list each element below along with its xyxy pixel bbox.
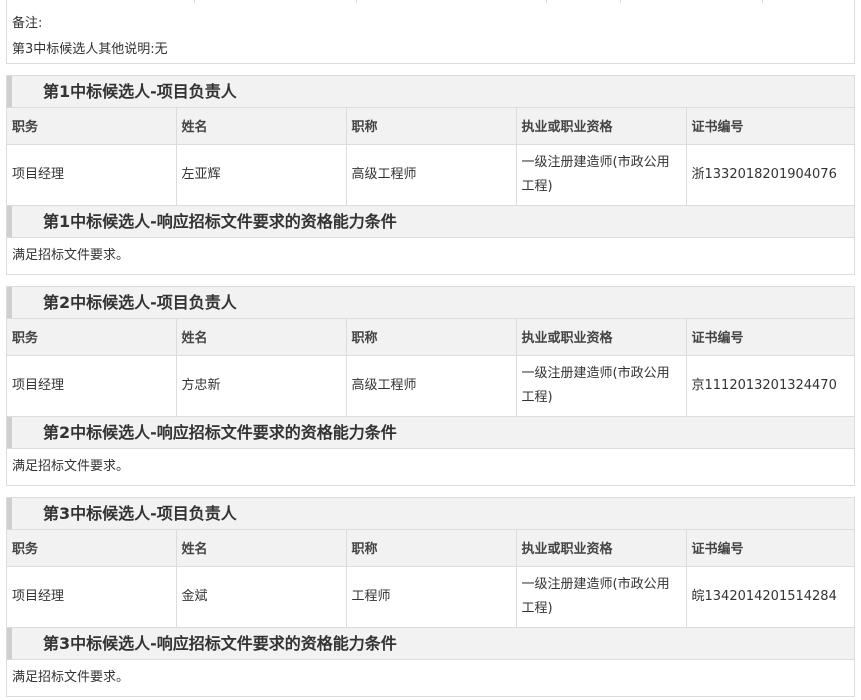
header-qualification: 执业或职业资格 [516, 319, 687, 356]
candidate-1-leader-header: 第1中标候选人-项目负责人 [7, 76, 854, 108]
column-divider [356, 0, 357, 3]
requirement-text: 满足招标文件要求。 [12, 247, 130, 263]
header-qualification: 执业或职业资格 [516, 530, 687, 567]
section-title: 第3中标候选人-响应招标文件要求的资格能力条件 [43, 633, 397, 653]
cell-position: 项目经理 [7, 355, 177, 417]
header-position: 职务 [7, 319, 177, 356]
table-row: 项目经理 左亚辉 高级工程师 一级注册建造师(市政公用工程) 浙13320182… [7, 144, 854, 206]
remark-box: 备注: 第3中标候选人其他说明:无 [6, 0, 855, 64]
header-name: 姓名 [176, 530, 347, 567]
cell-name: 方忠新 [176, 355, 347, 417]
section-title: 第2中标候选人-响应招标文件要求的资格能力条件 [43, 422, 397, 442]
candidate-3-leader-header: 第3中标候选人-项目负责人 [7, 498, 854, 530]
candidate-2-leader-table: 职务 姓名 职称 执业或职业资格 证书编号 项目经理 方忠新 高级工程师 一级注… [7, 319, 854, 417]
candidate-2-leader-header: 第2中标候选人-项目负责人 [7, 287, 854, 319]
cell-qualification: 一级注册建造师(市政公用工程) [516, 355, 687, 417]
candidate-1-req-header: 第1中标候选人-响应招标文件要求的资格能力条件 [7, 205, 854, 238]
header-title: 职称 [346, 530, 517, 567]
header-name: 姓名 [176, 108, 347, 145]
requirement-text: 满足招标文件要求。 [12, 458, 130, 474]
candidate-3-req-header: 第3中标候选人-响应招标文件要求的资格能力条件 [7, 627, 854, 660]
header-qualification: 执业或职业资格 [516, 108, 687, 145]
requirement-text: 满足招标文件要求。 [12, 669, 130, 685]
cell-position: 项目经理 [7, 144, 177, 206]
cell-title: 工程师 [346, 566, 517, 628]
candidate-1-leader-table: 职务 姓名 职称 执业或职业资格 证书编号 项目经理 左亚辉 高级工程师 一级注… [7, 108, 854, 206]
cell-qualification: 一级注册建造师(市政公用工程) [516, 144, 687, 206]
column-divider [194, 0, 195, 3]
table-header-row: 职务 姓名 职称 执业或职业资格 证书编号 [7, 530, 854, 567]
header-title: 职称 [346, 319, 517, 356]
section-title: 第2中标候选人-项目负责人 [43, 293, 237, 312]
header-certificate: 证书编号 [686, 108, 854, 145]
header-certificate: 证书编号 [686, 530, 854, 567]
candidate-2-section: 第2中标候选人-项目负责人 职务 姓名 职称 执业或职业资格 证书编号 项目经理… [6, 286, 855, 486]
candidate-1-section: 第1中标候选人-项目负责人 职务 姓名 职称 执业或职业资格 证书编号 项目经理… [6, 75, 855, 275]
section-title: 第3中标候选人-项目负责人 [43, 504, 237, 523]
header-position: 职务 [7, 108, 177, 145]
remark-label: 备注: [12, 16, 43, 31]
column-divider [620, 0, 621, 3]
column-divider [762, 0, 763, 3]
candidate-3-section: 第3中标候选人-项目负责人 职务 姓名 职称 执业或职业资格 证书编号 项目经理… [6, 497, 855, 697]
cell-certificate: 皖1342014201514284 [686, 566, 854, 628]
column-divider [546, 0, 547, 3]
candidate-2-req-header: 第2中标候选人-响应招标文件要求的资格能力条件 [7, 416, 854, 449]
cell-name: 左亚辉 [176, 144, 347, 206]
header-name: 姓名 [176, 319, 347, 356]
section-accent-bar [7, 76, 12, 107]
cell-certificate: 浙1332018201904076 [686, 144, 854, 206]
header-certificate: 证书编号 [686, 319, 854, 356]
cell-title: 高级工程师 [346, 144, 517, 206]
cell-position: 项目经理 [7, 566, 177, 628]
cell-title: 高级工程师 [346, 355, 517, 417]
section-accent-bar [7, 627, 12, 659]
section-accent-bar [7, 287, 12, 318]
section-title: 第1中标候选人-响应招标文件要求的资格能力条件 [43, 211, 397, 231]
header-title: 职称 [346, 108, 517, 145]
section-accent-bar [7, 498, 12, 529]
header-position: 职务 [7, 530, 177, 567]
section-title: 第1中标候选人-项目负责人 [43, 82, 237, 101]
cell-qualification: 一级注册建造师(市政公用工程) [516, 566, 687, 628]
section-accent-bar [7, 205, 12, 237]
cell-certificate: 京1112013201324470 [686, 355, 854, 417]
table-header-row: 职务 姓名 职称 执业或职业资格 证书编号 [7, 319, 854, 356]
table-row: 项目经理 金斌 工程师 一级注册建造师(市政公用工程) 皖13420142015… [7, 566, 854, 628]
remark-text: 第3中标候选人其他说明:无 [12, 42, 168, 57]
cell-name: 金斌 [176, 566, 347, 628]
table-header-row: 职务 姓名 职称 执业或职业资格 证书编号 [7, 108, 854, 145]
section-accent-bar [7, 416, 12, 448]
candidate-3-leader-table: 职务 姓名 职称 执业或职业资格 证书编号 项目经理 金斌 工程师 一级注册建造… [7, 530, 854, 628]
table-row: 项目经理 方忠新 高级工程师 一级注册建造师(市政公用工程) 京11120132… [7, 355, 854, 417]
